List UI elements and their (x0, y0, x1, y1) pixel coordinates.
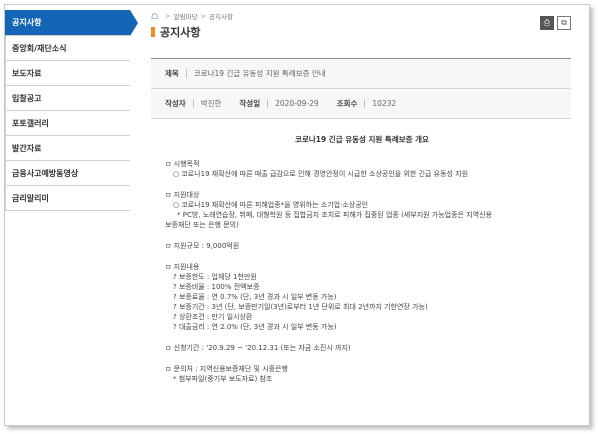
breadcrumb-level2[interactable]: 공지사항 (209, 11, 233, 21)
breadcrumb-separator: > (165, 12, 171, 20)
post-author: 박진한 (200, 99, 222, 108)
content-line: ㅁ 신청기간 : '20.9.29 ~ '20.12.31 (또는 자금 소진시… (165, 344, 351, 352)
meta-row: 작성자 박진한 작성일 2020-09-29 조회수 10232 (151, 89, 571, 119)
content-line: ? 상환조건 : 만기 일시상환 (173, 313, 253, 321)
sidebar-item-label: 금융사고예방동영상 (12, 168, 79, 178)
divider (267, 99, 269, 108)
sidebar-item-photo-gallery[interactable]: 포토갤러리 (5, 111, 130, 136)
divider (364, 99, 366, 108)
sidebar-item-label: 보도자료 (12, 68, 42, 78)
content-line: ? 대출금리 : 연 2.0% (단, 3년 경과 시 일부 변동 가능) (173, 323, 337, 331)
content-line: ? 보증비율 : 100% 전액보증 (173, 283, 260, 291)
content-line: * 첨부파일(중기부 보도자료) 참조 (173, 375, 273, 383)
printer-icon[interactable]: ⎙ (540, 16, 554, 30)
sidebar-item-fraud-video[interactable]: 금융사고예방동영상 (5, 161, 130, 186)
post-sections: ㅁ 시행목적 ○ 코로나19 재확산에 따른 매출 급감으로 인해 경영안정이 시… (165, 159, 559, 384)
content-line: ㅁ 지원규모 : 9,000억원 (165, 242, 240, 250)
post-date: 2020-09-29 (275, 99, 319, 108)
author-label: 작성자 (165, 99, 186, 108)
sidebar-item-notice[interactable]: 공지사항 (5, 10, 138, 36)
title-accent-bar (151, 27, 155, 37)
sidebar-item-label: 포토갤러리 (12, 118, 49, 128)
content-line: ○ 코로나19 재확산에 따른 매출 급감으로 인해 경영안정이 시급한 소상공… (173, 170, 469, 178)
subject-label: 제목 (165, 69, 179, 78)
post-info-box: 제목 코로나19 긴급 유동성 지원 특례보증 안내 작성자 박진한 작성일 2… (151, 58, 571, 119)
content-section: ㅁ 신청기간 : '20.9.29 ~ '20.12.31 (또는 자금 소진시… (165, 343, 559, 353)
divider (192, 99, 194, 108)
content-line: ? 보증기간 : 3년 (단, 보증만기일(3년)로부터 1년 단위로 최대 2… (173, 303, 428, 311)
content-line: * PC방, 노래연습장, 뷔페, 대형학원 등 집합금지 조치로 피해가 집중… (177, 211, 492, 219)
post-views: 10232 (372, 99, 397, 108)
title-row: 공지사항 ⎙ ⧉ (151, 16, 571, 46)
main-content: ☖ > 알림마당 > 공지사항 공지사항 ⎙ ⧉ 제목 코로나19 긴급 유동성… (151, 10, 571, 395)
post-body: 코로나19 긴급 유동성 지원 특례보증 개요 ㅁ 시행목적 ○ 코로나19 재확… (151, 119, 571, 384)
content-section: ㅁ 지원내용 ? 보증한도 : 업체당 1천만원 ? 보증비율 : 100% 전액보… (165, 262, 559, 332)
views-label: 조회수 (336, 99, 358, 108)
sidebar: 공지사항 중앙회/재단소식 보도자료 입찰공고 포토갤러리 발간자료 금융사고예… (5, 10, 138, 211)
sidebar-item-publications[interactable]: 발간자료 (5, 136, 130, 161)
content-line: ? 보증한도 : 업체당 1천만원 (173, 273, 257, 281)
post-subject: 코로나19 긴급 유동성 지원 특례보증 안내 (193, 69, 326, 78)
content-section: ㅁ 지원규모 : 9,000억원 (165, 241, 559, 251)
content-line: ㅁ 지원내용 (165, 263, 200, 271)
sidebar-item-rate-alert[interactable]: 금리알리미 (5, 186, 130, 211)
breadcrumb-separator: > (200, 12, 206, 20)
content-line: 보증재단 또는 은행 문의) (165, 221, 239, 229)
sidebar-item-news[interactable]: 중앙회/재단소식 (5, 36, 130, 61)
content-section: ㅁ 지원대상 ○ 코로나19 재확산에 따른 피해업종*을 영위하는 소기업·소상… (165, 190, 559, 230)
content-section: ㅁ 시행목적 ○ 코로나19 재확산에 따른 매출 급감으로 인해 경영안정이 시… (165, 159, 559, 179)
content-line: ㅁ 문의처 : 지역신용보증재단 및 시중은행 (165, 365, 288, 373)
sidebar-item-label: 금리알리미 (12, 193, 49, 203)
content-line: ㅁ 지원대상 (165, 191, 200, 199)
content-line: ○ 코로나19 재확산에 따른 피해업종*을 영위하는 소기업·소상공인 (173, 201, 369, 209)
content-line: ㅁ 시행목적 (165, 160, 200, 168)
doc-title: 코로나19 긴급 유동성 지원 특례보증 개요 (295, 135, 429, 144)
page-title: 공지사항 (151, 24, 571, 40)
subject-row: 제목 코로나19 긴급 유동성 지원 특례보증 안내 (151, 59, 571, 89)
breadcrumb-level1[interactable]: 알림마당 (174, 11, 198, 21)
sidebar-item-label: 발간자료 (12, 143, 42, 153)
browser-frame: 공지사항 중앙회/재단소식 보도자료 입찰공고 포토갤러리 발간자료 금융사고예… (4, 4, 590, 426)
divider (185, 69, 187, 78)
page-title-text: 공지사항 (160, 26, 201, 39)
sidebar-item-bid[interactable]: 입찰공고 (5, 86, 130, 111)
home-icon[interactable]: ☖ (151, 12, 158, 21)
content-section: ㅁ 문의처 : 지역신용보증재단 및 시중은행 * 첨부파일(중기부 보도자료) … (165, 364, 559, 384)
sidebar-item-label: 중앙회/재단소식 (12, 43, 67, 53)
sidebar-item-press[interactable]: 보도자료 (5, 61, 130, 86)
breadcrumb: ☖ > 알림마당 > 공지사항 (151, 10, 571, 22)
sidebar-item-label: 입찰공고 (12, 93, 42, 103)
content-line: ? 보증료율 : 연 0.7% (단, 3년 경과 시 일부 변동 가능) (173, 293, 337, 301)
date-label: 작성일 (239, 99, 261, 108)
sidebar-item-label: 공지사항 (12, 18, 42, 27)
share-icon[interactable]: ⧉ (557, 16, 571, 30)
page-tools: ⎙ ⧉ (540, 16, 571, 30)
